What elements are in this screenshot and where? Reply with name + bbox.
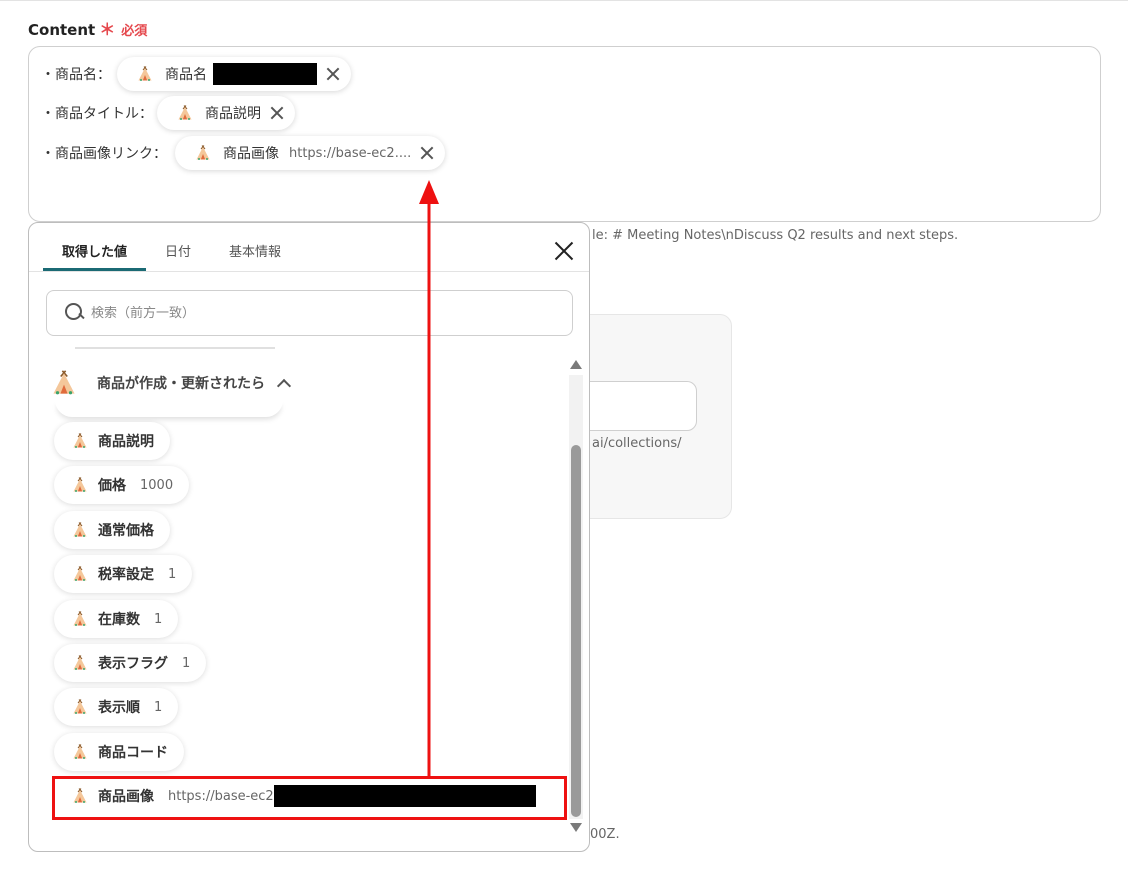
search-field[interactable]	[46, 290, 573, 336]
item-value: 1	[154, 699, 163, 715]
tipi-icon	[72, 433, 88, 449]
tipi-icon	[177, 105, 193, 121]
scrolled-item-edge	[75, 347, 275, 359]
item-label: 在庫数	[98, 612, 140, 628]
list-item-product-code[interactable]: 商品コード	[54, 733, 184, 771]
tipi-icon	[51, 370, 77, 396]
tab-divider	[29, 271, 589, 272]
group-header[interactable]: 商品が作成・更新されたら	[51, 370, 292, 396]
top-divider	[0, 0, 1128, 1]
search-input[interactable]	[91, 305, 491, 321]
item-value: 1	[168, 566, 177, 582]
list-item-tax-setting[interactable]: 税率設定 1	[54, 555, 193, 593]
close-icon[interactable]	[325, 66, 341, 82]
pill-label: 商品画像	[223, 146, 279, 162]
list-item-stock[interactable]: 在庫数 1	[54, 600, 179, 638]
example-hint: le: # Meeting Notes\nDiscuss Q2 results …	[592, 228, 959, 243]
item-label: 価格	[98, 478, 126, 494]
tab-date[interactable]: 日付	[146, 223, 210, 271]
scrollbar-thumb[interactable]	[571, 445, 581, 817]
scroll-up-arrow-icon[interactable]	[570, 360, 582, 369]
partial-list-item	[55, 399, 283, 417]
tipi-icon	[72, 477, 88, 493]
list-item-product-description[interactable]: 商品説明	[54, 422, 170, 460]
variable-pill-product-description[interactable]: 商品説明	[157, 96, 295, 130]
tipi-icon	[72, 699, 88, 715]
popup-tabs: 取得した値 日付 基本情報	[43, 223, 300, 271]
highlight-box	[52, 776, 567, 820]
close-icon[interactable]	[553, 240, 575, 262]
required-badge: 必須	[121, 24, 148, 39]
pill-label: 商品名	[165, 67, 207, 83]
chevron-up-icon[interactable]	[276, 378, 292, 393]
pill-value: https://base-ec2....	[289, 145, 412, 161]
close-icon[interactable]	[269, 105, 285, 121]
pill-label: 商品説明	[205, 106, 261, 122]
item-label: 表示フラグ	[98, 656, 168, 672]
item-value: 1	[182, 655, 191, 671]
field-label-text: Content	[28, 21, 96, 39]
variable-pill-product-image[interactable]: 商品画像 https://base-ec2....	[175, 136, 446, 170]
close-icon[interactable]	[419, 145, 435, 161]
required-star: ＊	[99, 20, 116, 39]
content-textarea[interactable]: ・商品名： 商品名 ・商品タイトル： 商品説明 ・商品画像リンク： 商品画像 h…	[28, 46, 1101, 222]
item-label: 税率設定	[98, 567, 154, 583]
line-label-product-image-link: ・商品画像リンク：	[41, 146, 167, 162]
line-label-product-name: ・商品名：	[41, 67, 111, 83]
list-item-display-flag[interactable]: 表示フラグ 1	[54, 644, 207, 682]
list-item-regular-price[interactable]: 通常価格	[54, 511, 170, 549]
search-icon	[65, 303, 85, 323]
list-item-price[interactable]: 価格 1000	[54, 466, 190, 504]
item-label: 表示順	[98, 700, 140, 716]
tipi-icon	[72, 566, 88, 582]
redaction-bar	[213, 63, 317, 85]
item-label: 通常価格	[98, 523, 154, 539]
tipi-icon	[137, 66, 153, 82]
date-hint: 00Z.	[590, 827, 620, 842]
tipi-icon	[72, 611, 88, 627]
item-label: 商品コード	[98, 745, 168, 761]
url-hint: ai/collections/	[592, 436, 682, 451]
tab-basic-info[interactable]: 基本情報	[210, 223, 300, 271]
item-label: 商品説明	[98, 434, 154, 450]
tipi-icon	[72, 744, 88, 760]
value-picker-popup: 取得した値 日付 基本情報 商品が作成・更新されたら 商品説明 価格 1000	[28, 222, 590, 852]
page: Content ＊ 必須 ・商品名： 商品名 ・商品タイトル： 商品説明 ・商品画像…	[0, 0, 1128, 876]
item-value: 1	[154, 611, 163, 627]
scroll-down-arrow-icon[interactable]	[570, 823, 582, 832]
tipi-icon	[195, 145, 211, 161]
variable-pill-product-name[interactable]: 商品名	[117, 57, 351, 91]
item-value: 1000	[140, 477, 174, 493]
content-field-label: Content ＊ 必須	[28, 16, 147, 40]
list-item-display-order[interactable]: 表示順 1	[54, 688, 179, 726]
group-title: 商品が作成・更新されたら	[97, 376, 265, 392]
tipi-icon	[72, 655, 88, 671]
tab-retrieved-values[interactable]: 取得した値	[43, 223, 147, 271]
line-label-product-title: ・商品タイトル：	[41, 106, 153, 122]
tipi-icon	[72, 522, 88, 538]
